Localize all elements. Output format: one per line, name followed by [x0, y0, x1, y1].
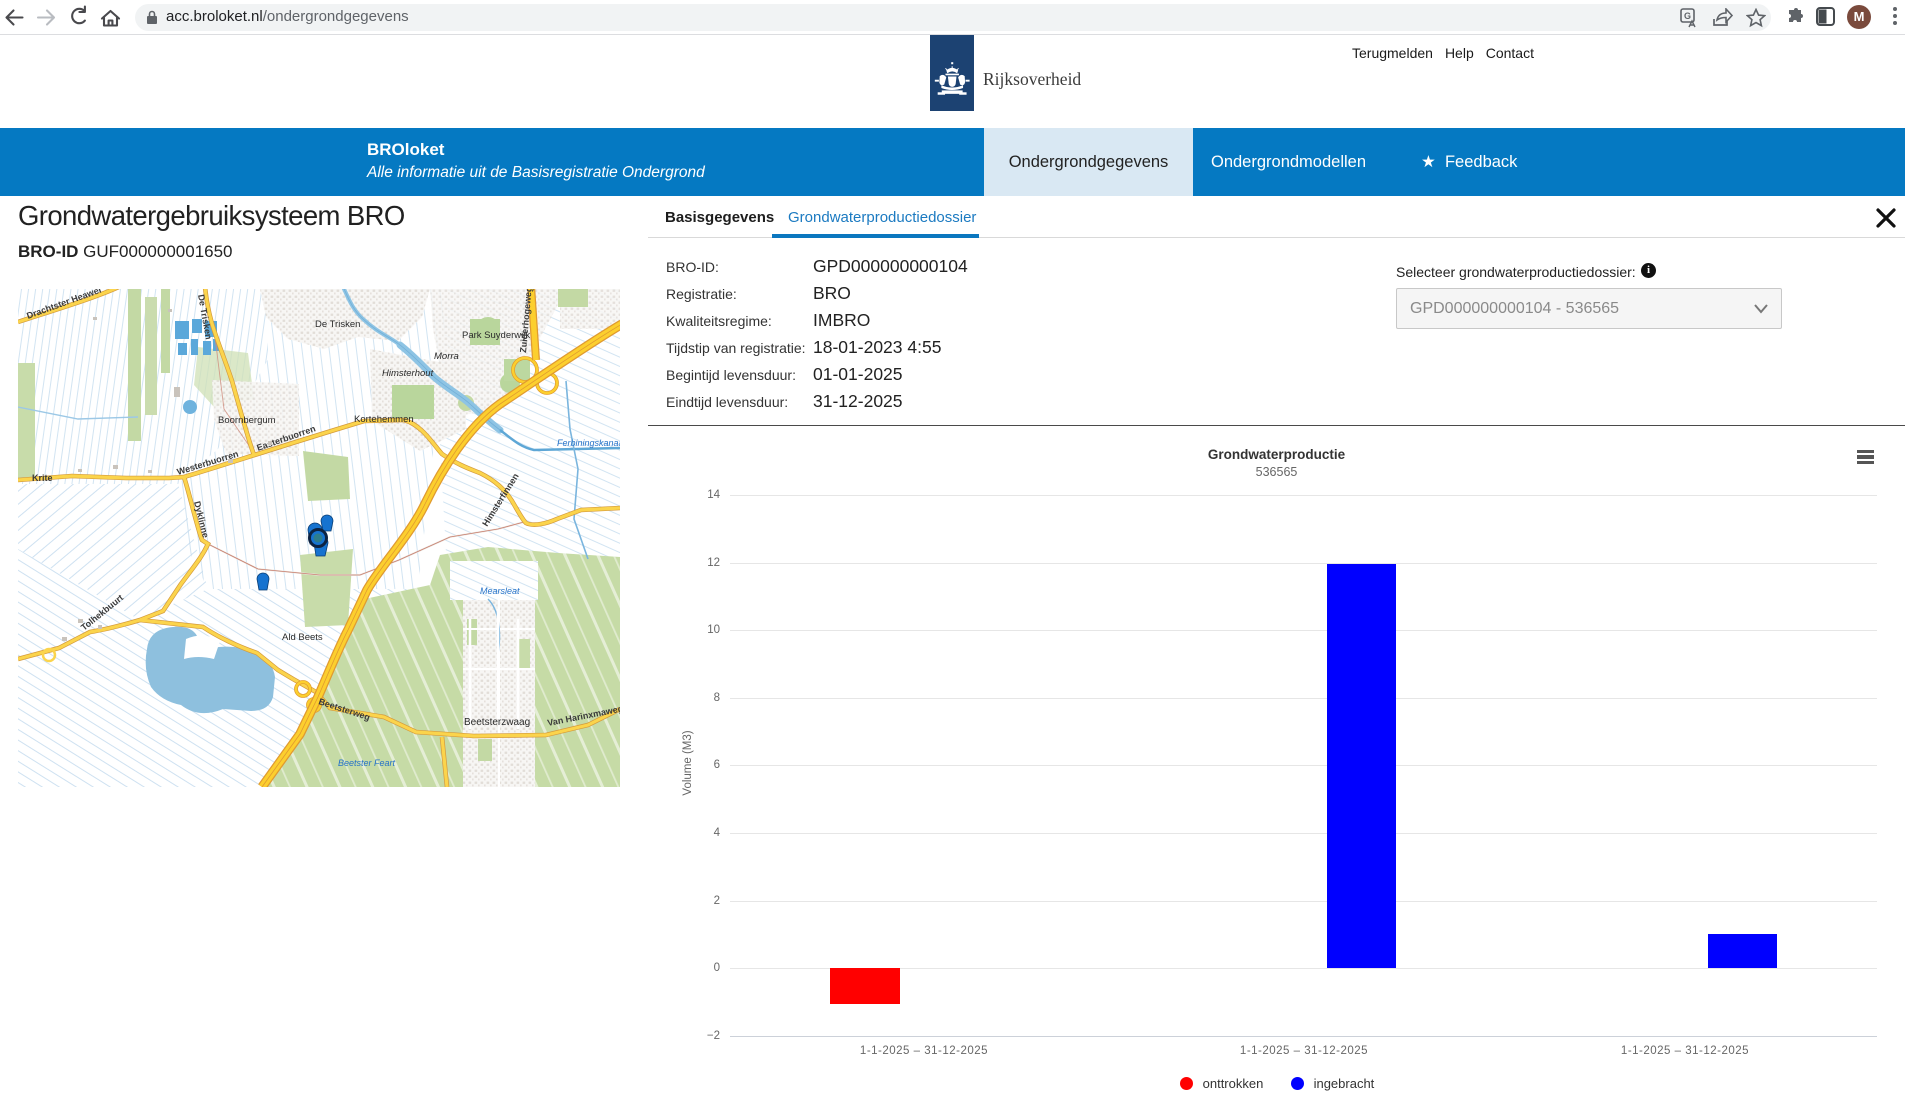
svg-text:Himsterhout: Himsterhout: [382, 368, 434, 379]
svg-text:Boornbergum: Boornbergum: [218, 415, 276, 426]
svg-text:Beetster Feart: Beetster Feart: [338, 758, 396, 768]
svg-text:G: G: [1684, 11, 1691, 21]
svg-text:De Trisken: De Trisken: [315, 319, 360, 330]
svg-text:Ald Beets: Ald Beets: [282, 632, 323, 643]
svg-text:Krite: Krite: [32, 473, 53, 483]
svg-text:Ferbiningskanaal: Ferbiningskanaal: [557, 438, 620, 448]
svg-text:Morra: Morra: [434, 351, 459, 362]
svg-text:Kortehemmen: Kortehemmen: [354, 414, 414, 425]
svg-text:Beetsterzwaag: Beetsterzwaag: [464, 717, 530, 728]
svg-text:Mearsleat: Mearsleat: [480, 586, 520, 596]
